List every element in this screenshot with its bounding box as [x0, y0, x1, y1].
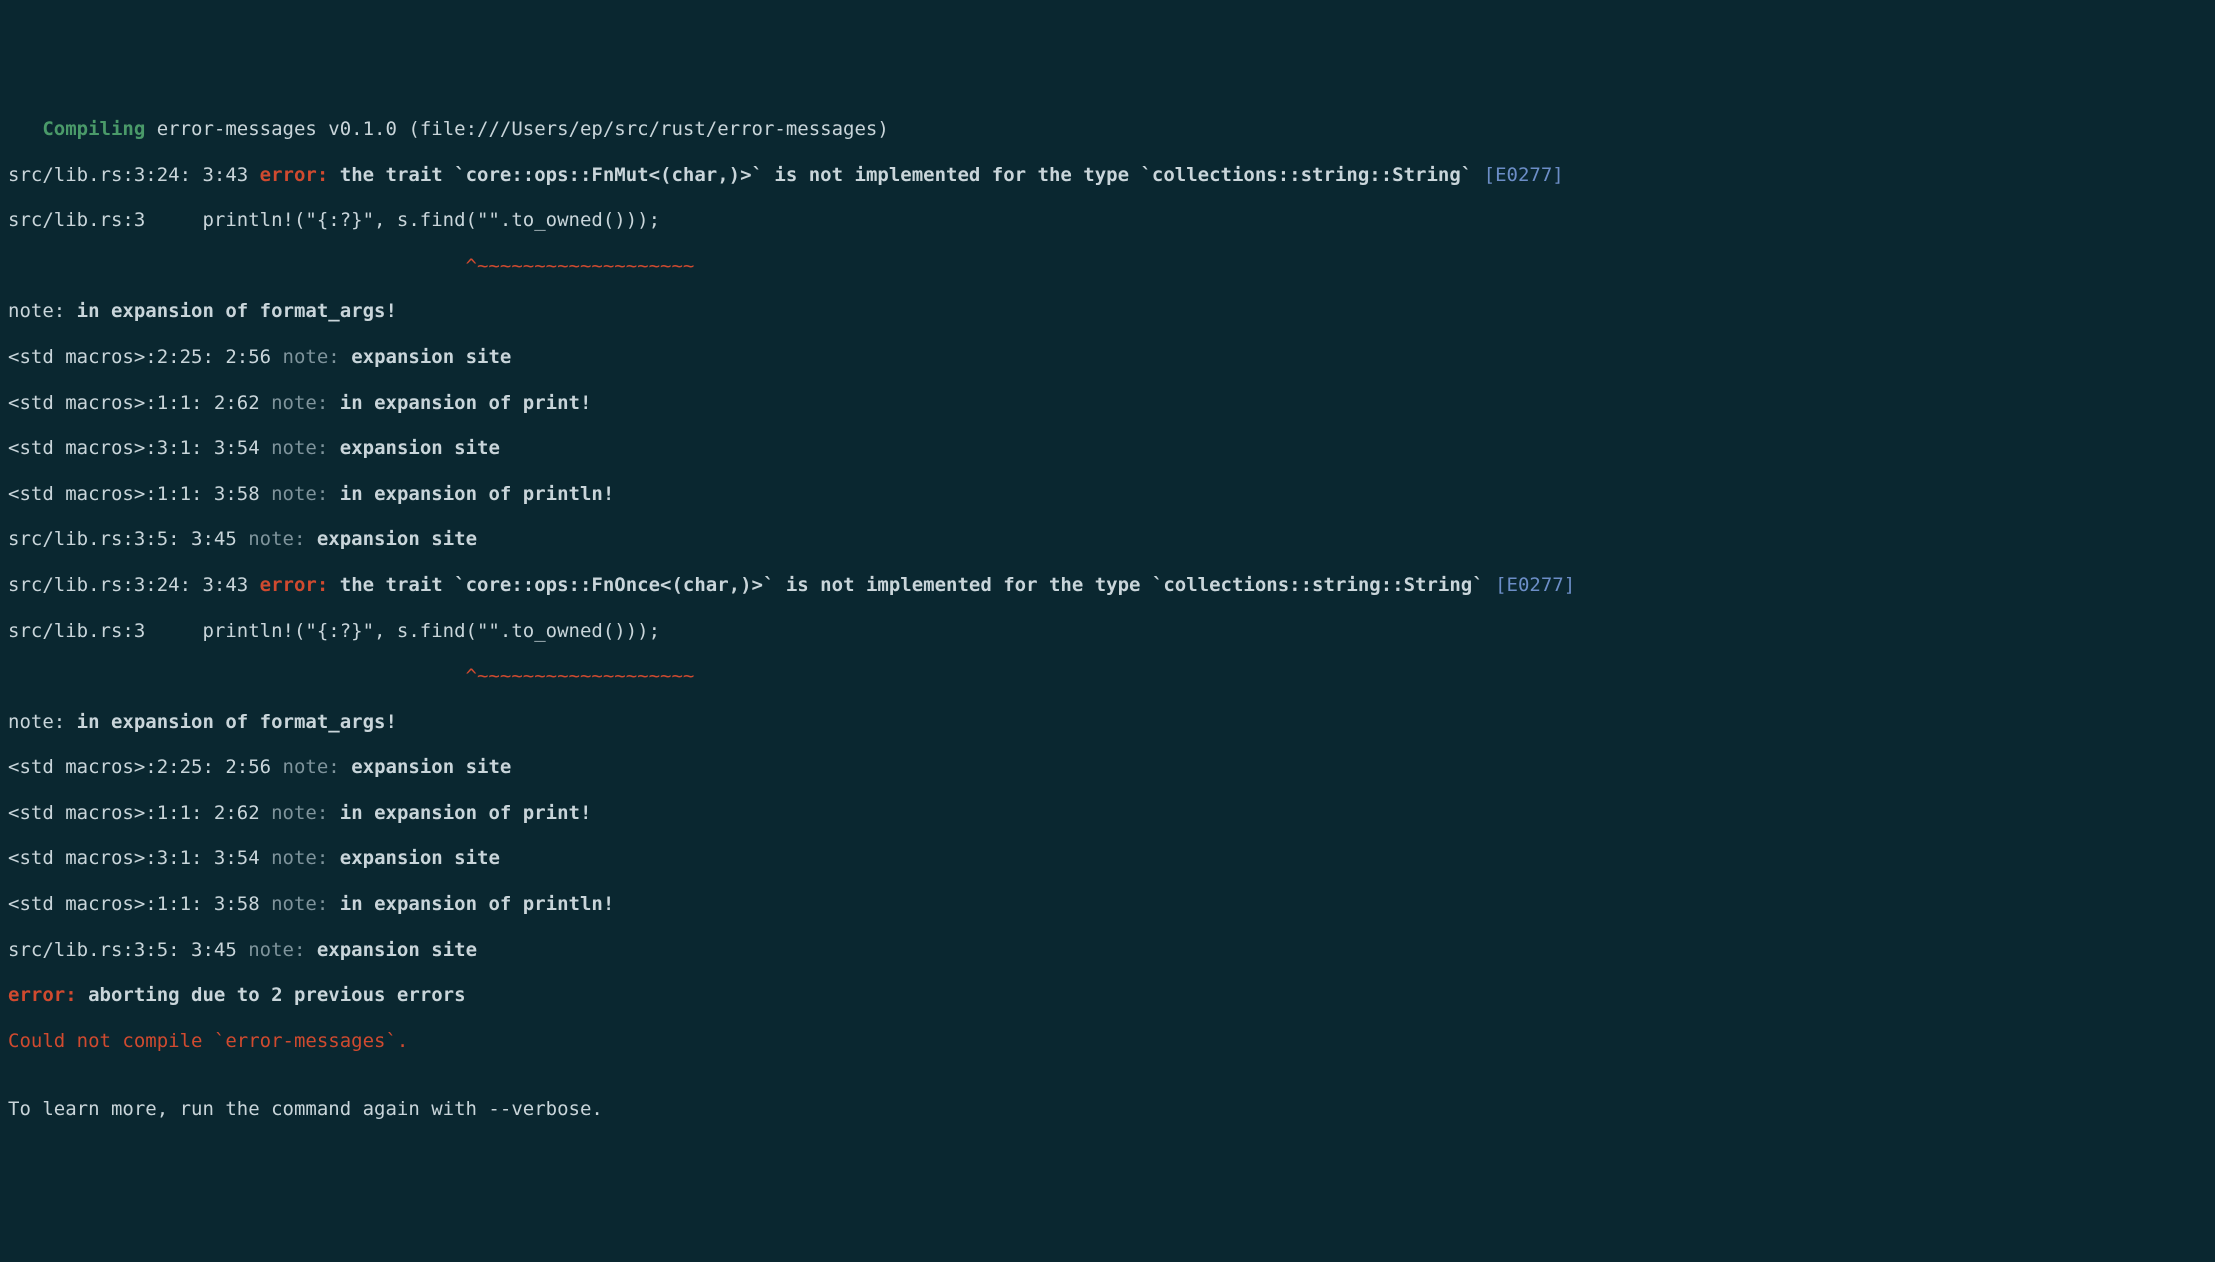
error-label: error:	[260, 574, 340, 596]
note-prefix: note:	[8, 300, 77, 322]
indent	[8, 118, 42, 140]
note-expansion-a: note: in expansion of format_args!	[8, 300, 2207, 323]
error2-loc: src/lib.rs:3:24: 3:43	[8, 574, 260, 596]
error1-msg: the trait `core::ops::FnMut<(char,)>` is…	[340, 164, 1472, 186]
abort-line: error: aborting due to 2 previous errors	[8, 984, 2207, 1007]
macro-note-b2: <std macros>:1:1: 2:62 note: in expansio…	[8, 802, 2207, 825]
error1-src: src/lib.rs:3 println!("{:?}", s.find("".…	[8, 209, 2207, 232]
error1-caret: ^~~~~~~~~~~~~~~~~~~~	[8, 255, 2207, 278]
error2-src: src/lib.rs:3 println!("{:?}", s.find("".…	[8, 620, 2207, 643]
learn-more: To learn more, run the command again wit…	[8, 1098, 2207, 1121]
macro-note-b3: <std macros>:3:1: 3:54 note: expansion s…	[8, 847, 2207, 870]
compiling-word: Compiling	[42, 118, 145, 140]
macro-note-1: <std macros>:2:25: 2:56 note: expansion …	[8, 346, 2207, 369]
space	[1472, 164, 1483, 186]
space	[1484, 574, 1495, 596]
macro-note-b5: src/lib.rs:3:5: 3:45 note: expansion sit…	[8, 939, 2207, 962]
compiling-rest: error-messages v0.1.0 (file:///Users/ep/…	[145, 118, 889, 140]
error-label: error:	[8, 984, 88, 1006]
error-label: error:	[260, 164, 340, 186]
macro-note-2: <std macros>:1:1: 2:62 note: in expansio…	[8, 392, 2207, 415]
note-txt: in expansion of format_args!	[77, 300, 397, 322]
error1-code: [E0277]	[1484, 164, 1564, 186]
could-not-compile: Could not compile `error-messages`.	[8, 1030, 2207, 1053]
macro-note-5: src/lib.rs:3:5: 3:45 note: expansion sit…	[8, 528, 2207, 551]
note-txt: in expansion of format_args!	[77, 711, 397, 733]
abort-msg: aborting due to 2 previous errors	[88, 984, 466, 1006]
terminal-output: Compiling error-messages v0.1.0 (file://…	[8, 95, 2207, 1144]
macro-note-3: <std macros>:3:1: 3:54 note: expansion s…	[8, 437, 2207, 460]
error2-code: [E0277]	[1495, 574, 1575, 596]
macro-note-4: <std macros>:1:1: 3:58 note: in expansio…	[8, 483, 2207, 506]
compiling-line: Compiling error-messages v0.1.0 (file://…	[8, 118, 2207, 141]
macro-note-b1: <std macros>:2:25: 2:56 note: expansion …	[8, 756, 2207, 779]
note-expansion-b: note: in expansion of format_args!	[8, 711, 2207, 734]
error2-caret: ^~~~~~~~~~~~~~~~~~~~	[8, 665, 2207, 688]
error1-loc: src/lib.rs:3:24: 3:43	[8, 164, 260, 186]
error2-header: src/lib.rs:3:24: 3:43 error: the trait `…	[8, 574, 2207, 597]
error2-msg: the trait `core::ops::FnOnce<(char,)>` i…	[340, 574, 1484, 596]
macro-note-b4: <std macros>:1:1: 3:58 note: in expansio…	[8, 893, 2207, 916]
error1-header: src/lib.rs:3:24: 3:43 error: the trait `…	[8, 164, 2207, 187]
note-prefix: note:	[8, 711, 77, 733]
